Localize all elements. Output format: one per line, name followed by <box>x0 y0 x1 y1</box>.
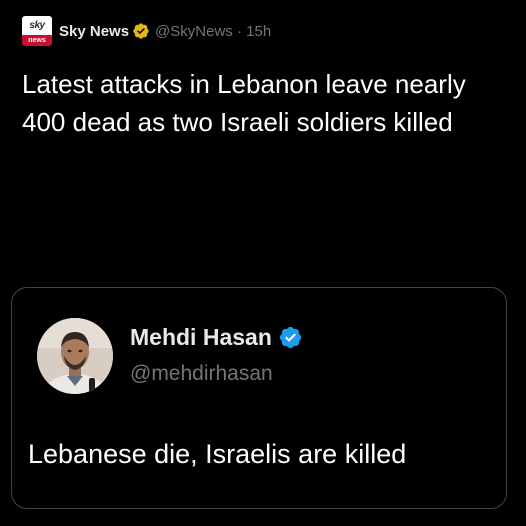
sky-logo-bottom: news <box>22 35 52 46</box>
handle-time: @SkyNews · 15h <box>155 23 271 40</box>
sky-news-logo[interactable]: sky news <box>22 16 52 46</box>
verified-gold-icon <box>132 22 150 40</box>
author-name[interactable]: Sky News <box>59 23 129 40</box>
quote-author-name[interactable]: Mehdi Hasan <box>130 324 272 351</box>
avatar-photo <box>37 318 113 394</box>
tweet-time[interactable]: 15h <box>246 23 271 40</box>
author-handle[interactable]: @SkyNews <box>155 23 233 40</box>
quote-text: Lebanese die, Israelis are killed <box>28 439 407 469</box>
separator-dot: · <box>236 22 242 40</box>
avatar[interactable] <box>37 318 113 394</box>
tweet-text: Latest attacks in Lebanon leave nearly 4… <box>22 69 466 137</box>
quote-author-row: Mehdi Hasan <box>130 324 303 351</box>
sky-logo-top: sky <box>22 16 52 35</box>
tweet-header: sky news Sky News @SkyNews · 15h <box>22 16 271 46</box>
verified-blue-icon <box>278 325 303 350</box>
quote-author-handle[interactable]: @mehdirhasan <box>130 362 273 386</box>
quote-tweet-card[interactable]: Mehdi Hasan @mehdirhasan Lebanese die, I… <box>11 287 507 509</box>
